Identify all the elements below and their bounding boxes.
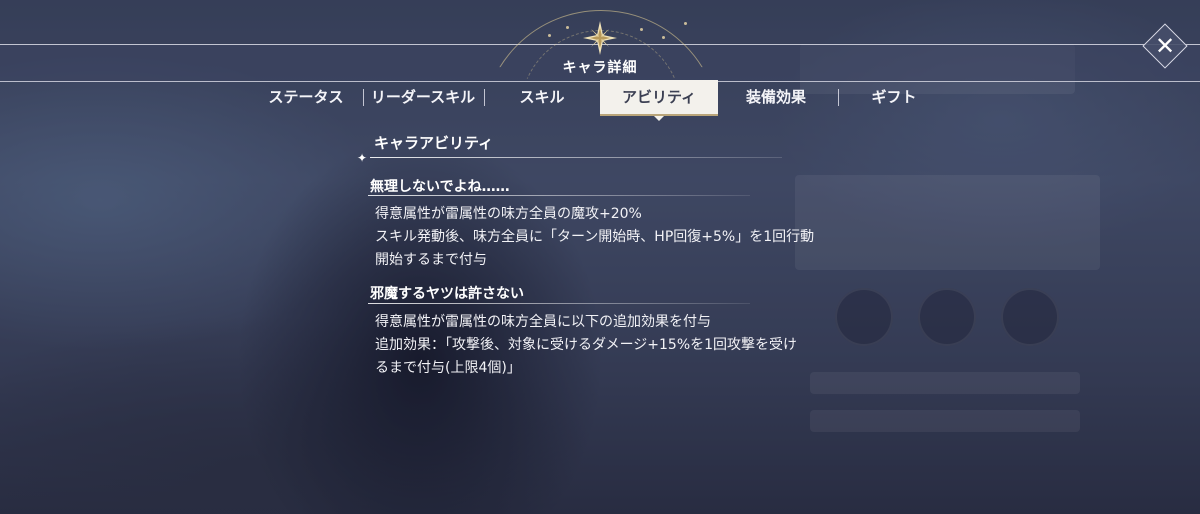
crest-star <box>684 22 687 25</box>
background-panel <box>795 175 1100 270</box>
ability-description-line: 得意属性が雷属性の味方全員の魔攻+20% <box>375 206 642 222</box>
tab-ability[interactable]: アビリティ <box>600 80 718 116</box>
ability-divider <box>368 303 750 304</box>
tab-divider <box>838 89 839 106</box>
tab-leader-skill[interactable]: リーダースキル <box>366 80 480 114</box>
tab-status[interactable]: ステータス <box>258 80 354 114</box>
ability-description-line: 開始するまで付与 <box>375 252 487 268</box>
background-portrait <box>918 288 976 346</box>
close-icon: ✕ <box>1154 32 1176 60</box>
tab-divider <box>484 89 485 106</box>
tab-equipment-effect[interactable]: 装備効果 <box>728 80 824 114</box>
ability-name: 邪魔するヤツは許さない <box>370 286 524 302</box>
ability-description-line: 得意属性が雷属性の味方全員に以下の追加効果を付与 <box>375 314 711 330</box>
page-title: キャラ詳細 <box>562 60 638 76</box>
background-panel <box>810 410 1080 432</box>
ability-divider <box>368 195 750 196</box>
tab-gift[interactable]: ギフト <box>846 80 942 114</box>
close-button[interactable]: ✕ <box>1142 23 1188 69</box>
ability-description-line: るまで付与(上限4個)」 <box>375 360 521 376</box>
crest-star <box>548 34 551 37</box>
compass-star-icon <box>583 21 617 55</box>
section-title: キャラアビリティ <box>374 134 494 152</box>
crest-star <box>662 36 665 39</box>
ability-description-line: 追加効果：「攻撃後、対象に受けるダメージ+15%を1回攻撃を受け <box>375 337 798 353</box>
active-tab-pointer <box>654 116 664 121</box>
section-divider <box>370 157 782 158</box>
ability-description-line: スキル発動後、味方全員に「ターン開始時、HP回復+5%」を1回行動 <box>375 229 815 245</box>
sparkle-icon: ✦ <box>357 151 368 165</box>
background-portrait <box>835 288 893 346</box>
tab-divider <box>363 89 364 106</box>
tab-skill[interactable]: スキル <box>494 80 590 114</box>
crest-star <box>566 26 569 29</box>
background-panel <box>810 372 1080 394</box>
tab-bar: ステータス リーダースキル スキル アビリティ 装備効果 ギフト <box>0 80 1200 116</box>
crest-star <box>640 28 643 31</box>
ability-name: 無理しないでよね…… <box>370 179 510 195</box>
background-portrait <box>1001 288 1059 346</box>
